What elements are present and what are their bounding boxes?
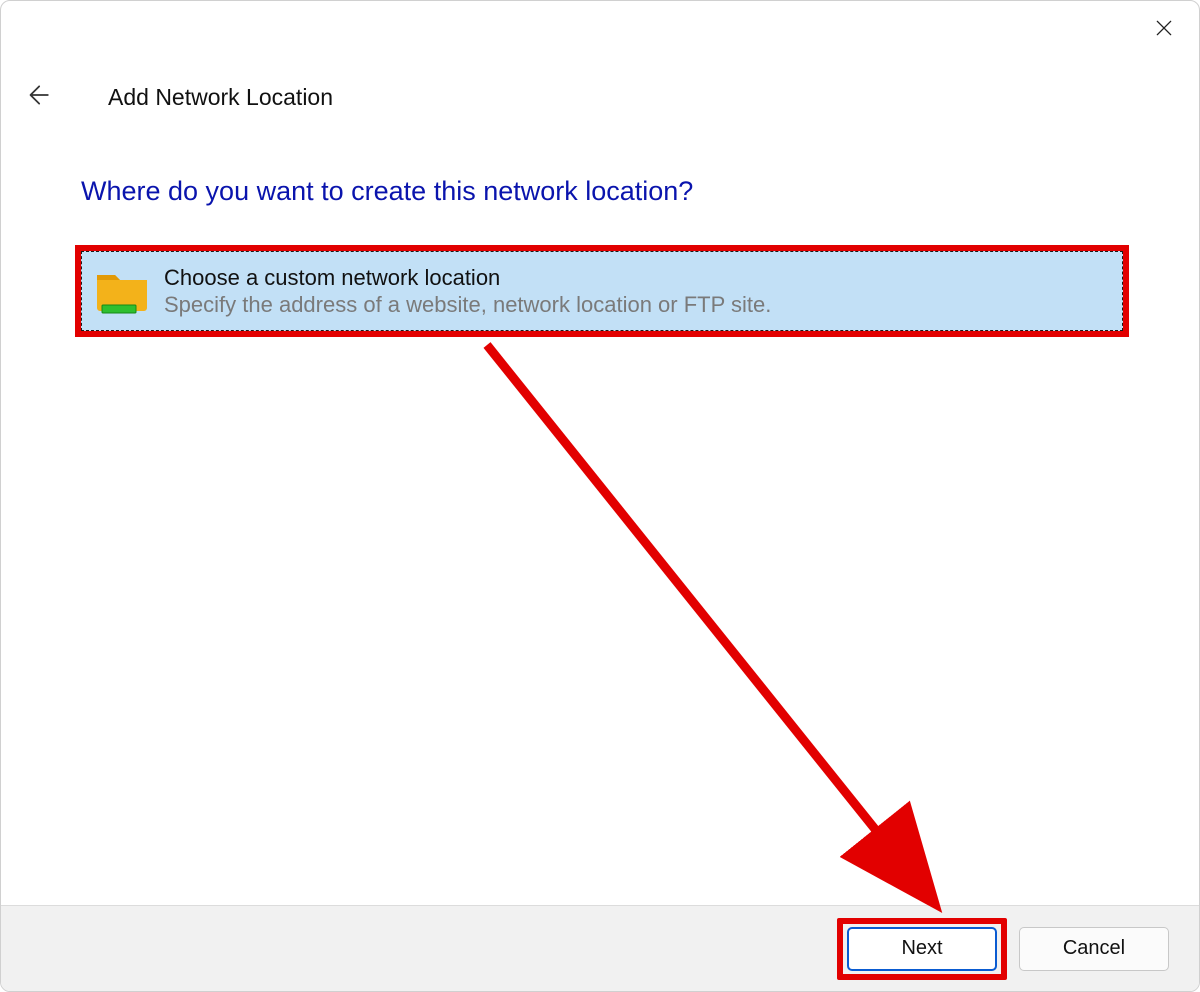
header-row: Add Network Location (21, 81, 1179, 113)
wizard-heading: Where do you want to create this network… (81, 176, 693, 207)
cancel-button[interactable]: Cancel (1019, 927, 1169, 971)
option-title: Choose a custom network location (164, 264, 771, 292)
option-subtitle: Specify the address of a website, networ… (164, 291, 771, 319)
next-highlight-box: Next (837, 918, 1007, 980)
close-icon (1154, 18, 1174, 43)
option-highlight-box: Choose a custom network location Specify… (75, 245, 1129, 337)
back-button[interactable] (21, 81, 53, 113)
close-button[interactable] (1149, 15, 1179, 45)
wizard-window: Add Network Location Where do you want t… (0, 0, 1200, 992)
option-custom-network-location[interactable]: Choose a custom network location Specify… (81, 251, 1123, 331)
next-button[interactable]: Next (847, 927, 997, 971)
option-text: Choose a custom network location Specify… (164, 264, 771, 319)
page-title: Add Network Location (108, 84, 333, 111)
footer-bar: Next Cancel (1, 905, 1199, 991)
annotation-arrow (1, 1, 1200, 992)
back-arrow-icon (24, 82, 50, 113)
network-folder-icon (94, 265, 150, 317)
